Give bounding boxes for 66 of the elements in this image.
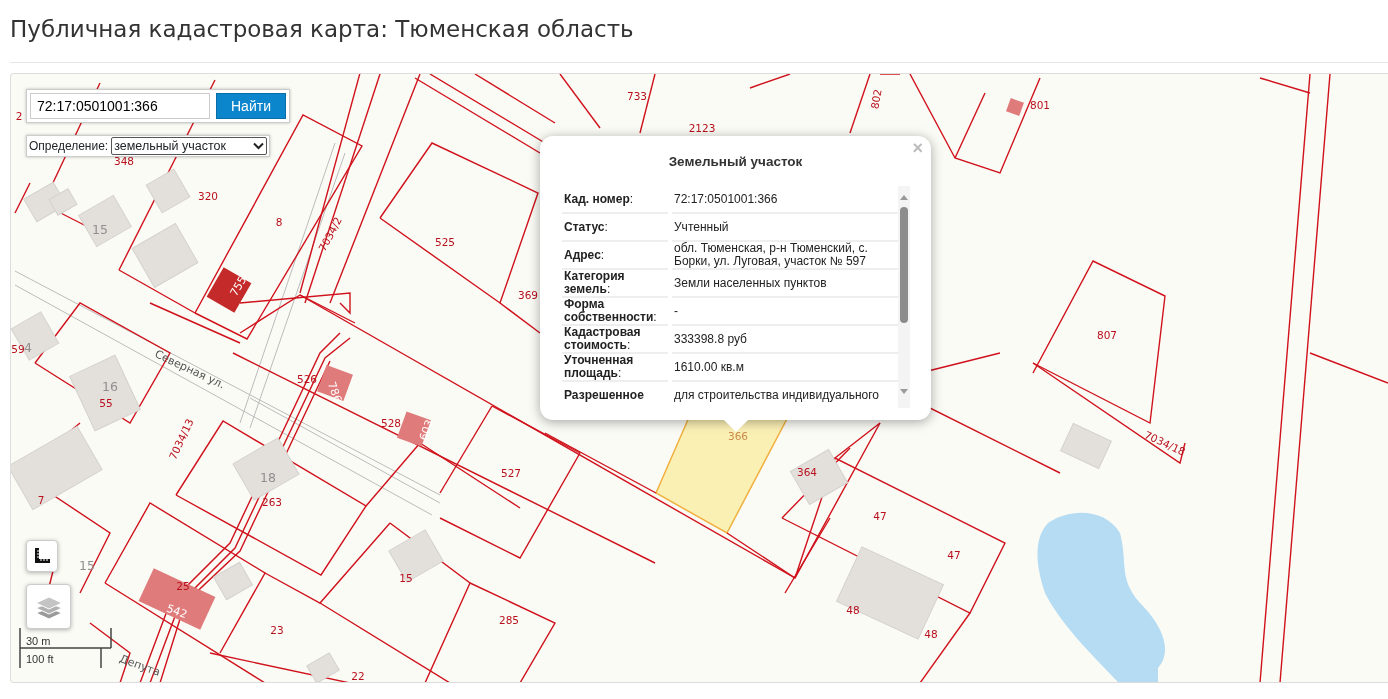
identify-dropdown[interactable]: земельный участок [111,137,268,155]
parcel-number: 2 [15,110,23,122]
parcel-number: 807 [1097,329,1117,341]
parcel-number: 364 [797,466,817,478]
parcel-number: 25 [176,580,190,592]
field-label: Адрес: [564,248,605,262]
field-label: Статус: [564,220,608,234]
parcel-number: 15 [399,572,413,584]
parcel-number: 59 [11,343,25,355]
house-number: 18 [260,470,276,485]
house-number: 4 [24,340,32,355]
field-label: Разрешенное [564,388,644,402]
field-value: 72:17:0501001:366 [674,192,778,206]
building [317,365,353,401]
scale-metric: 30 m [26,634,51,649]
parcel-number: 369 [518,289,538,301]
parcel-number: 48 [924,628,938,640]
field-label: Кад. номер: [564,192,634,206]
house-number: 15 [92,222,108,237]
parcel-number: 366 [728,430,748,442]
parcel-number: 733 [627,90,647,102]
field-label: Категория земель: [564,270,626,296]
chevron-down-icon [253,142,265,150]
ruler-icon [33,547,51,565]
search-field[interactable]: 72:17:0501001:366 [30,93,210,119]
field-value: - [674,304,678,318]
measure-button[interactable] [26,540,58,572]
building-number: 786 [324,380,345,405]
field-value: Земли населенных пунктов [674,276,827,290]
parcel-number: 55 [99,397,113,409]
field-value: 333398.8 руб [674,332,747,346]
parcel-number: 22 [351,670,365,682]
parcel-number: 285 [499,614,519,626]
layers-button[interactable] [26,584,71,629]
popup-pointer [724,420,748,432]
parcel-number: 802 [868,88,884,110]
parcel-number: 7 [37,494,45,506]
field-value: для строительства индивидуального [674,388,879,402]
parcel-number: 8 [275,216,283,228]
parcel-number: 47 [873,510,887,522]
parcel-number: 2123 [688,122,716,134]
field-value: обл. Тюменская, р-н Тюменский, с. Борки, ул. Луговая, участок № 597 [674,242,869,268]
field-label: Форма собственности: [564,298,658,324]
field-value: 1610.00 кв.м [674,360,744,374]
field-label: Уточненная площадь: [564,354,635,380]
page-title: Публичная кадастровая карта: Тюменская область [10,15,635,44]
house-number: 16 [102,379,118,394]
scale-imperial: 100 ft [26,652,54,667]
search-button[interactable]: Найти [216,93,286,119]
field-value: Учтенный [674,220,729,234]
parcel-number: 348 [114,155,134,167]
parcel-number: 525 [435,236,455,248]
parcel-number: 801 [1030,99,1050,111]
parcel-number: 320 [198,190,218,202]
building-number: 542 [164,601,189,622]
popup-title: Земельный участок [667,154,804,171]
identify-label: Определение: [29,138,109,155]
parcel-number: 528 [381,417,401,429]
parcel-number: 23 [270,624,284,636]
building-number: 603 [416,418,437,443]
parcel-number: 48 [846,604,860,616]
field-label: Кадастровая стоимость: [564,326,642,352]
house-number: 15 [79,558,95,573]
parcel-number: 527 [501,467,521,479]
building [1006,98,1024,116]
parcel-number: 47 [947,549,961,561]
